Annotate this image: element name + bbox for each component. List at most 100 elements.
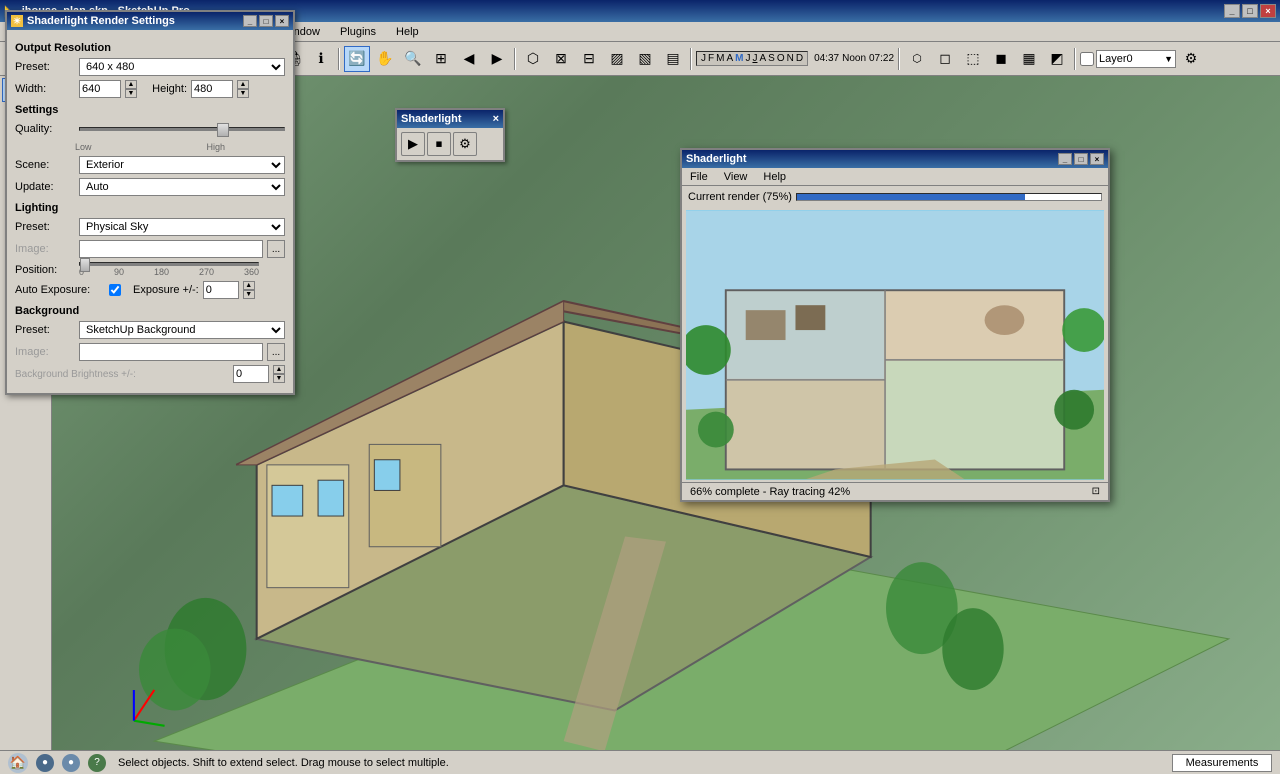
exposure-up[interactable]: ▲ [243, 281, 255, 290]
settings-btn[interactable]: ⚙ [1178, 46, 1204, 72]
xray-btn[interactable]: ⬡ [904, 46, 930, 72]
close-btn[interactable]: × [1260, 4, 1276, 18]
scene-select[interactable]: Exterior Interior [79, 156, 285, 174]
bg-brightness-spinner: ▲ ▼ [273, 365, 285, 383]
layer-name: Layer0 [1099, 53, 1133, 65]
view-front-btn[interactable]: ⊟ [576, 46, 602, 72]
menu-plugins[interactable]: Plugins [334, 24, 382, 40]
view-left-btn[interactable]: ▤ [660, 46, 686, 72]
height-down[interactable]: ▼ [237, 89, 249, 98]
lighting-preset-select[interactable]: Physical Sky Indoor [79, 218, 285, 236]
bg-image-input[interactable] [79, 343, 263, 361]
bg-brightness-down[interactable]: ▼ [273, 374, 285, 383]
month-s: S [768, 53, 775, 64]
shaderlight-close-btn[interactable]: × [493, 113, 499, 125]
width-up[interactable]: ▲ [125, 80, 137, 89]
quality-slider-container [79, 120, 285, 138]
dialog-minimize[interactable]: _ [243, 15, 257, 27]
render-menu-help[interactable]: Help [759, 170, 790, 184]
pan-btn[interactable]: ✋ [372, 46, 398, 72]
lighting-section-header: Lighting [15, 202, 285, 214]
quality-high: High [206, 142, 225, 152]
render-close[interactable]: × [1090, 153, 1104, 165]
position-track[interactable] [79, 262, 259, 266]
height-up[interactable]: ▲ [237, 80, 249, 89]
measurements-box: Measurements [1172, 754, 1272, 772]
bg-browse-btn[interactable]: ... [267, 343, 285, 361]
render-menu-file[interactable]: File [686, 170, 712, 184]
orbit-btn[interactable]: 🔄 [344, 46, 370, 72]
dialog-close[interactable]: × [275, 15, 289, 27]
status-help-icon[interactable]: ? [88, 754, 106, 772]
render-status-bar: 66% complete - Ray tracing 42% ⊡ [682, 482, 1108, 500]
resize-handle[interactable]: ⊡ [1092, 486, 1100, 497]
lighting-image-input[interactable] [79, 240, 263, 258]
sl-render-btn[interactable]: ▶ [401, 132, 425, 156]
wire-btn[interactable]: ◻ [932, 46, 958, 72]
auto-exposure-label: Auto Exposure: [15, 284, 105, 296]
quality-slider-thumb[interactable] [217, 123, 229, 137]
sl-stop-btn[interactable]: ⏹ [427, 132, 451, 156]
prev-view-btn[interactable]: ◀ [456, 46, 482, 72]
render-maximize[interactable]: □ [1074, 153, 1088, 165]
bg-preset-select[interactable]: SketchUp Background Solid Color Image [79, 321, 285, 339]
month-o: O [777, 53, 785, 64]
scene-label: Scene: [15, 159, 75, 171]
layer-dropdown-arrow[interactable]: ▼ [1164, 54, 1173, 64]
height-label: Height: [141, 83, 187, 95]
status-icon-circle2[interactable]: ● [62, 754, 80, 772]
minimize-btn[interactable]: _ [1224, 4, 1240, 18]
shaded-btn[interactable]: ◼ [988, 46, 1014, 72]
layer-checkbox[interactable] [1080, 52, 1094, 66]
height-input[interactable] [191, 80, 233, 98]
quality-slider-track[interactable] [79, 127, 285, 131]
render-minimize[interactable]: _ [1058, 153, 1072, 165]
time1: 04:37 [814, 53, 839, 64]
next-view-btn[interactable]: ▶ [484, 46, 510, 72]
auto-exposure-checkbox[interactable] [109, 284, 121, 296]
width-spinner: ▲ ▼ [125, 80, 137, 98]
exposure-input[interactable] [203, 281, 239, 299]
status-bar: 🏠 ● ● ? Select objects. Shift to extend … [0, 750, 1280, 774]
lighting-browse-btn[interactable]: ... [267, 240, 285, 258]
exposure-label: Exposure +/-: [133, 284, 199, 296]
view-iso-btn[interactable]: ⬡ [520, 46, 546, 72]
textured-btn[interactable]: ▦ [1016, 46, 1042, 72]
render-settings-dialog: ☀ Shaderlight Render Settings _ □ × Outp… [5, 10, 295, 395]
position-thumb[interactable] [80, 258, 90, 272]
layer-selector[interactable]: Layer0 ▼ [1096, 50, 1176, 68]
maximize-btn[interactable]: □ [1242, 4, 1258, 18]
view-right-btn[interactable]: ▨ [604, 46, 630, 72]
dialog-maximize[interactable]: □ [259, 15, 273, 27]
zoom-extent-btn[interactable]: ⊞ [428, 46, 454, 72]
shaderlight-toolbar: Shaderlight × ▶ ⏹ ⚙ [395, 108, 505, 162]
render-title-btns: _ □ × [1058, 153, 1104, 165]
preset-select[interactable]: 640 x 480 800 x 600 1024 x 768 [79, 58, 285, 76]
noon-label: Noon [842, 53, 866, 64]
update-select[interactable]: Auto Manual [79, 178, 285, 196]
width-down[interactable]: ▼ [125, 89, 137, 98]
model-info-btn[interactable]: ℹ [308, 46, 334, 72]
view-top-btn[interactable]: ⊠ [548, 46, 574, 72]
width-input[interactable] [79, 80, 121, 98]
lighting-image-row: Image: ... [15, 240, 285, 258]
sl-settings-btn[interactable]: ⚙ [453, 132, 477, 156]
shaderlight-tools: ▶ ⏹ ⚙ [397, 128, 503, 160]
exposure-down[interactable]: ▼ [243, 290, 255, 299]
render-progress-label: 66% complete - Ray tracing 42% [690, 486, 850, 498]
render-menu-view[interactable]: View [720, 170, 752, 184]
status-icon-circle1[interactable]: ● [36, 754, 54, 772]
zoom-btn[interactable]: 🔍 [400, 46, 426, 72]
bg-brightness-input[interactable] [233, 365, 269, 383]
monochrome-btn[interactable]: ◩ [1044, 46, 1070, 72]
bg-brightness-up[interactable]: ▲ [273, 365, 285, 374]
sep8 [1074, 48, 1076, 70]
sep6 [690, 48, 692, 70]
dialog-title: Shaderlight Render Settings [27, 15, 175, 27]
update-row: Update: Auto Manual [15, 178, 285, 196]
position-ticks: 0 90 180 270 360 [79, 267, 259, 277]
view-back-btn[interactable]: ▧ [632, 46, 658, 72]
hidden-btn[interactable]: ⬚ [960, 46, 986, 72]
render-image-area [686, 210, 1104, 480]
menu-help[interactable]: Help [390, 24, 425, 40]
